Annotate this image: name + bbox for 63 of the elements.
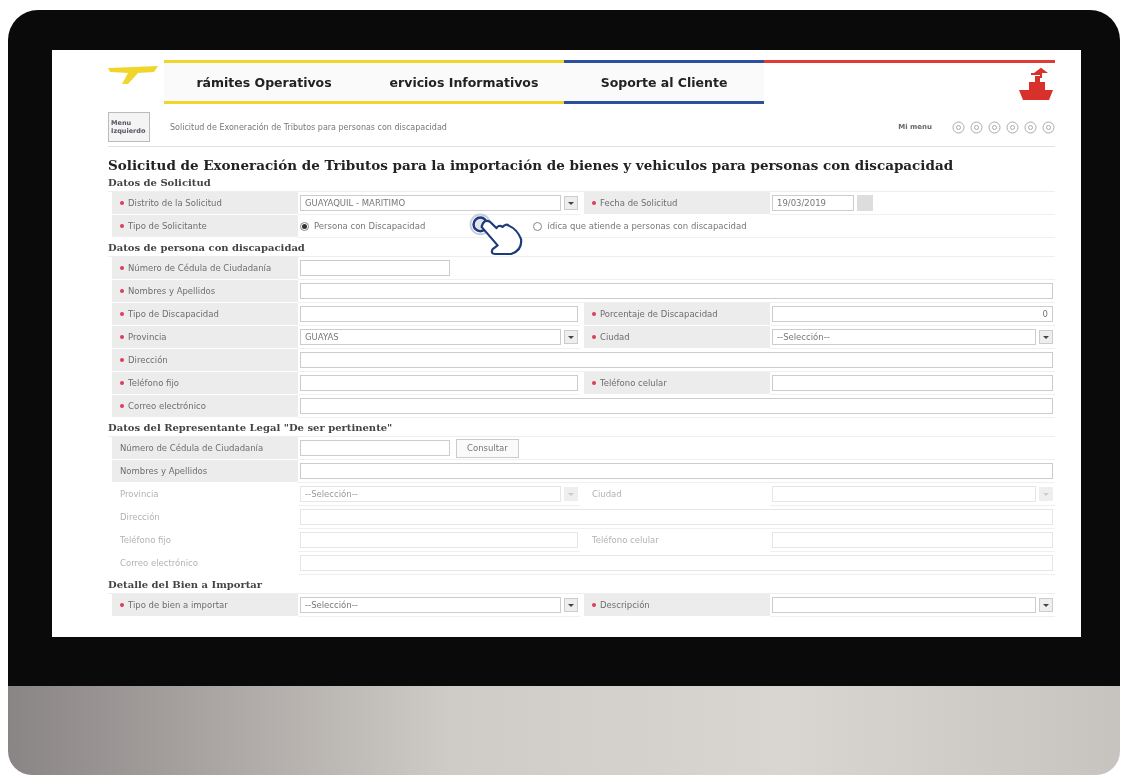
circle-icon[interactable] xyxy=(1006,120,1019,134)
section-title: Datos de Solicitud xyxy=(108,177,212,188)
text-field[interactable] xyxy=(300,375,578,391)
field-label: Descripción xyxy=(584,594,770,617)
dropdown-field[interactable]: GUAYAQUIL - MARITIMO xyxy=(300,195,561,211)
dropdown-field[interactable] xyxy=(772,486,1036,502)
consult-button[interactable]: Consultar xyxy=(456,438,519,458)
circle-icon[interactable] xyxy=(988,120,1001,134)
dropdown-caret-icon[interactable] xyxy=(1039,598,1053,612)
circle-icon[interactable] xyxy=(1024,120,1037,134)
page-title: Solicitud de Exoneración de Tributos para la importación de bienes y vehiculos para personas con discapacidad xyxy=(108,157,955,173)
field-label: Nombres y Apellidos xyxy=(112,280,298,303)
field-label: Fecha de Solicitud xyxy=(584,192,770,215)
dropdown-caret-icon[interactable] xyxy=(1039,330,1053,344)
text-field[interactable] xyxy=(300,352,1053,368)
radio-circle-icon[interactable] xyxy=(533,221,543,231)
dropdown-caret-icon[interactable] xyxy=(564,330,578,344)
dropdown-field[interactable] xyxy=(772,597,1036,613)
field-label: Porcentaje de Discapacidad xyxy=(584,303,770,326)
section-title: Datos de persona con discapacidad xyxy=(108,242,306,253)
field-label: Nombres y Apellidos xyxy=(112,460,298,483)
field-label: Tipo de Discapacidad xyxy=(112,303,298,326)
dropdown-caret-icon[interactable] xyxy=(564,196,578,210)
text-field[interactable] xyxy=(300,532,578,548)
radio-circle-icon[interactable] xyxy=(300,221,309,231)
text-field[interactable] xyxy=(772,532,1053,548)
dropdown-field[interactable]: GUAYAS xyxy=(300,329,561,345)
dropdown-caret-icon[interactable] xyxy=(564,598,578,612)
field-label: Provincia xyxy=(112,326,298,349)
dropdown-field[interactable]: --Selección-- xyxy=(300,597,561,613)
field-label: Número de Cédula de Ciudadanía xyxy=(112,437,298,460)
field-label: Tipo de Solicitante xyxy=(112,215,298,238)
radio-option[interactable]: Persona con Discapacidad xyxy=(300,221,426,231)
circle-icon[interactable] xyxy=(970,120,983,134)
text-field[interactable] xyxy=(300,260,450,276)
text-field[interactable] xyxy=(300,440,450,456)
dropdown-field[interactable]: --Selección-- xyxy=(772,329,1036,345)
section-title: Detalle del Bien a Importar xyxy=(108,579,264,590)
field-label: Tipo de bien a importar xyxy=(112,594,298,617)
text-field[interactable] xyxy=(300,555,1053,571)
field-label: Correo electrónico xyxy=(112,395,298,418)
field-label: Ciudad xyxy=(584,326,770,349)
text-field[interactable] xyxy=(300,306,578,322)
text-field[interactable] xyxy=(300,398,1053,414)
circle-icon[interactable] xyxy=(952,120,965,134)
nav-tab[interactable]: rámites Operativos xyxy=(164,60,364,104)
date-field[interactable]: 19/03/2019 xyxy=(772,195,854,211)
nav-tab[interactable]: Soporte al Cliente xyxy=(564,60,764,104)
text-field[interactable] xyxy=(300,463,1053,479)
text-field[interactable] xyxy=(300,509,1053,525)
field-label: Distrito de la Solicitud xyxy=(112,192,298,215)
text-field[interactable] xyxy=(300,283,1053,299)
number-field[interactable]: 0 xyxy=(772,306,1053,322)
field-label: Dirección xyxy=(112,349,298,372)
field-label: Teléfono celular xyxy=(584,372,770,395)
text-field[interactable] xyxy=(772,375,1053,391)
breadcrumb: Solicitud de Exoneración de Tributos para personas con discapacidad xyxy=(170,122,448,132)
section-title: Datos del Representante Legal "De ser pertinente" xyxy=(108,422,394,433)
nav-tab[interactable]: ervicios Informativos xyxy=(364,60,564,104)
field-label: Teléfono fijo xyxy=(112,372,298,395)
field-label: Número de Cédula de Ciudadanía xyxy=(112,257,298,280)
radio-option[interactable]: ídica que atiende a personas con discapacidad xyxy=(533,221,747,231)
circle-icon[interactable] xyxy=(1042,120,1055,134)
